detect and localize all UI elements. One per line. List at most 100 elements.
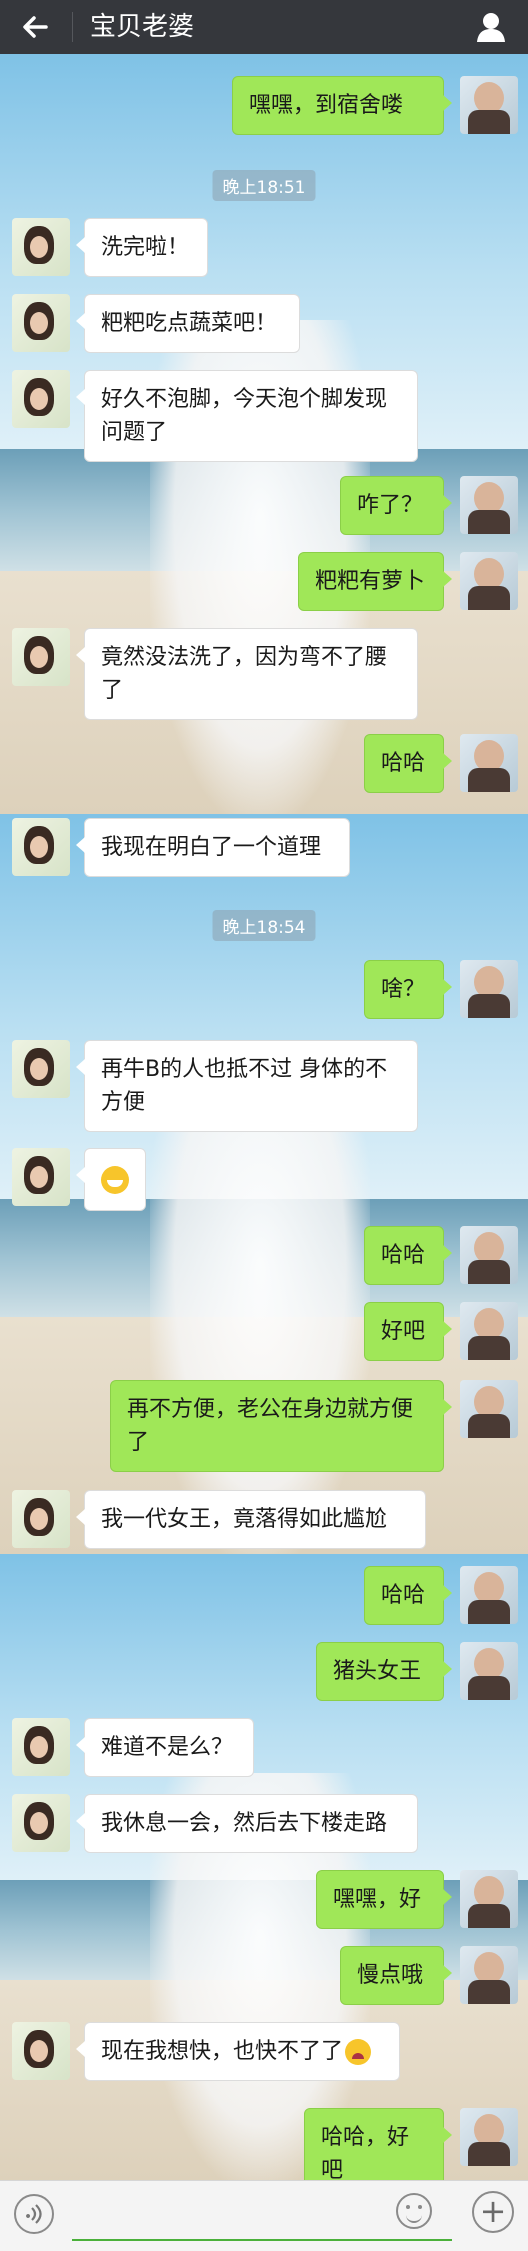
message-text: 嘿嘿，到宿舍喽 bbox=[249, 93, 404, 118]
message-row: 我休息一会，然后去下楼走路 bbox=[0, 1794, 528, 1853]
message-row: 哈哈，好吧 bbox=[0, 2108, 528, 2200]
message-text: 现在我想快，也快不了了 bbox=[101, 2039, 344, 2064]
incoming-message-bubble[interactable]: 我休息一会，然后去下楼走路 bbox=[76, 1794, 418, 1853]
my-avatar[interactable] bbox=[460, 476, 518, 534]
outgoing-message-bubble[interactable]: 哈哈 bbox=[364, 734, 452, 793]
outgoing-message-bubble[interactable]: 猪头女王 bbox=[316, 1642, 452, 1701]
person-icon[interactable] bbox=[474, 10, 508, 44]
outgoing-message-bubble[interactable]: 咋了？ bbox=[340, 476, 452, 535]
message-row: 再不方便，老公在身边就方便 了 bbox=[0, 1380, 528, 1472]
message-row: 好久不泡脚，今天泡个脚发现 问题了 bbox=[0, 370, 528, 462]
my-avatar[interactable] bbox=[460, 1380, 518, 1438]
my-avatar[interactable] bbox=[460, 1642, 518, 1700]
incoming-message-bubble[interactable]: 洗完啦！ bbox=[76, 218, 208, 277]
message-row: 好吧 bbox=[0, 1302, 528, 1361]
message-row: 难道不是么？ bbox=[0, 1718, 528, 1777]
message-text: 好久不泡脚，今天泡个脚发现 问题了 bbox=[101, 387, 388, 445]
message-row bbox=[0, 1148, 528, 1211]
outgoing-message-bubble[interactable]: 再不方便，老公在身边就方便 了 bbox=[110, 1380, 452, 1472]
message-text: 粑粑有萝卜 bbox=[315, 569, 426, 594]
message-text: 我休息一会，然后去下楼走路 bbox=[101, 1811, 388, 1836]
message-row: 我现在明白了一个道理 bbox=[0, 818, 528, 877]
my-avatar[interactable] bbox=[460, 1302, 518, 1360]
contact-avatar[interactable] bbox=[12, 628, 70, 686]
message-row: 粑粑有萝卜 bbox=[0, 552, 528, 611]
message-text: 哈哈 bbox=[381, 1243, 426, 1268]
my-avatar[interactable] bbox=[460, 552, 518, 610]
incoming-message-bubble[interactable]: 竟然没法洗了，因为弯不了腰 了 bbox=[76, 628, 418, 720]
plus-icon[interactable]: + bbox=[472, 2191, 514, 2233]
message-row: 哈哈 bbox=[0, 734, 528, 793]
my-avatar[interactable] bbox=[460, 1870, 518, 1928]
outgoing-message-bubble[interactable]: 粑粑有萝卜 bbox=[298, 552, 452, 611]
timestamp: 晚上18:51 bbox=[212, 170, 316, 201]
message-row: 粑粑吃点蔬菜吧！ bbox=[0, 294, 528, 353]
my-avatar[interactable] bbox=[460, 734, 518, 792]
my-avatar[interactable] bbox=[460, 960, 518, 1018]
incoming-message-bubble[interactable]: 好久不泡脚，今天泡个脚发现 问题了 bbox=[76, 370, 418, 462]
incoming-message-bubble[interactable] bbox=[76, 1148, 146, 1211]
voice-icon[interactable] bbox=[14, 2194, 54, 2234]
header-divider bbox=[72, 12, 73, 42]
message-row: 哈哈 bbox=[0, 1566, 528, 1625]
incoming-message-bubble[interactable]: 我现在明白了一个道理 bbox=[76, 818, 350, 877]
grin-emoji-icon bbox=[101, 1166, 129, 1194]
message-text: 好吧 bbox=[381, 1319, 426, 1344]
chat-header: 宝贝老婆 bbox=[0, 0, 528, 54]
arrow-left-icon[interactable] bbox=[18, 9, 52, 45]
message-text: 哈哈 bbox=[381, 751, 426, 776]
outgoing-message-bubble[interactable]: 慢点哦 bbox=[340, 1946, 452, 2005]
timestamp: 晚上18:54 bbox=[212, 910, 316, 941]
chat-title: 宝贝老婆 bbox=[90, 12, 195, 42]
crying-emoji-icon bbox=[345, 2039, 372, 2065]
contact-avatar[interactable] bbox=[12, 1794, 70, 1852]
message-text: 慢点哦 bbox=[357, 1963, 424, 1988]
outgoing-message-bubble[interactable]: 嘿嘿，到宿舍喽 bbox=[232, 76, 452, 135]
my-avatar[interactable] bbox=[460, 2108, 518, 2166]
outgoing-message-bubble[interactable]: 哈哈 bbox=[364, 1566, 452, 1625]
message-text: 哈哈，好吧 bbox=[321, 2125, 410, 2183]
message-row: 嘿嘿，到宿舍喽 bbox=[0, 76, 528, 135]
message-text: 竟然没法洗了，因为弯不了腰 了 bbox=[101, 645, 388, 703]
message-text: 再不方便，老公在身边就方便 了 bbox=[127, 1397, 414, 1455]
contact-avatar[interactable] bbox=[12, 1718, 70, 1776]
contact-avatar[interactable] bbox=[12, 1490, 70, 1548]
contact-avatar[interactable] bbox=[12, 218, 70, 276]
message-row: 慢点哦 bbox=[0, 1946, 528, 2005]
message-row: 洗完啦！ bbox=[0, 218, 528, 277]
message-row: 猪头女王 bbox=[0, 1642, 528, 1701]
my-avatar[interactable] bbox=[460, 1566, 518, 1624]
outgoing-message-bubble[interactable]: 哈哈 bbox=[364, 1226, 452, 1285]
message-row: 嘿嘿，好 bbox=[0, 1870, 528, 1929]
chat-input-bar: + bbox=[0, 2180, 528, 2251]
incoming-message-bubble[interactable]: 我一代女王，竟落得如此尴尬 bbox=[76, 1490, 426, 1549]
message-text: 啥？ bbox=[381, 977, 426, 1002]
my-avatar[interactable] bbox=[460, 1226, 518, 1284]
contact-avatar[interactable] bbox=[12, 294, 70, 352]
message-text: 哈哈 bbox=[381, 1583, 426, 1608]
incoming-message-bubble[interactable]: 再牛B的人也抵不过 身体的不 方便 bbox=[76, 1040, 418, 1132]
incoming-message-bubble[interactable]: 现在我想快，也快不了了 bbox=[76, 2022, 400, 2081]
message-input[interactable] bbox=[72, 2193, 452, 2241]
message-row: 竟然没法洗了，因为弯不了腰 了 bbox=[0, 628, 528, 720]
outgoing-message-bubble[interactable]: 啥？ bbox=[364, 960, 452, 1019]
incoming-message-bubble[interactable]: 粑粑吃点蔬菜吧！ bbox=[76, 294, 300, 353]
outgoing-message-bubble[interactable]: 好吧 bbox=[364, 1302, 452, 1361]
message-text: 洗完啦！ bbox=[101, 235, 190, 260]
my-avatar[interactable] bbox=[460, 1946, 518, 2004]
incoming-message-bubble[interactable]: 难道不是么？ bbox=[76, 1718, 254, 1777]
contact-avatar[interactable] bbox=[12, 2022, 70, 2080]
outgoing-message-bubble[interactable]: 嘿嘿，好 bbox=[316, 1870, 452, 1929]
smiley-icon[interactable] bbox=[396, 2193, 432, 2229]
message-text: 我现在明白了一个道理 bbox=[101, 835, 322, 860]
my-avatar[interactable] bbox=[460, 76, 518, 134]
contact-avatar[interactable] bbox=[12, 818, 70, 876]
message-row: 哈哈 bbox=[0, 1226, 528, 1285]
message-text: 猪头女王 bbox=[333, 1659, 422, 1684]
contact-avatar[interactable] bbox=[12, 1148, 70, 1206]
message-text: 难道不是么？ bbox=[101, 1735, 234, 1760]
contact-avatar[interactable] bbox=[12, 1040, 70, 1098]
message-text: 再牛B的人也抵不过 身体的不 方便 bbox=[101, 1057, 388, 1115]
message-row: 再牛B的人也抵不过 身体的不 方便 bbox=[0, 1040, 528, 1132]
contact-avatar[interactable] bbox=[12, 370, 70, 428]
